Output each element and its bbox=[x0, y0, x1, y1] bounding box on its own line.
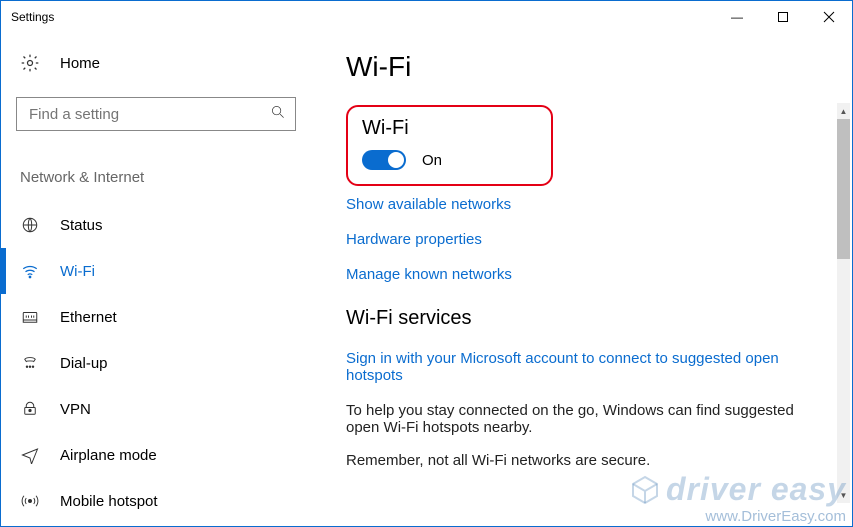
scroll-up-button[interactable]: ▲ bbox=[837, 103, 850, 119]
dialup-icon bbox=[20, 354, 40, 372]
minimize-button[interactable]: — bbox=[714, 1, 760, 33]
scroll-thumb[interactable] bbox=[837, 119, 850, 259]
wifi-services-desc-1: To help you stay connected on the go, Wi… bbox=[346, 402, 816, 436]
highlight-annotation: Wi-Fi On bbox=[346, 105, 553, 186]
sidebar-item-wifi[interactable]: Wi-Fi bbox=[16, 248, 296, 294]
sidebar-item-dialup[interactable]: Dial-up bbox=[16, 340, 296, 386]
wifi-services-header: Wi-Fi services bbox=[346, 307, 822, 330]
watermark: driver easy www.DriverEasy.com bbox=[630, 473, 846, 524]
link-manage-known-networks[interactable]: Manage known networks bbox=[346, 266, 822, 283]
close-button[interactable] bbox=[806, 1, 852, 33]
sidebar-item-vpn[interactable]: VPN bbox=[16, 386, 296, 432]
sidebar-category: Network & Internet bbox=[20, 169, 296, 186]
search-icon bbox=[271, 105, 285, 123]
sidebar-item-hotspot[interactable]: Mobile hotspot bbox=[16, 478, 296, 524]
sidebar-item-label: VPN bbox=[60, 401, 91, 418]
watermark-brand: driver easy bbox=[666, 471, 846, 507]
link-show-networks[interactable]: Show available networks bbox=[346, 196, 822, 213]
settings-window: Settings — Home Network & bbox=[0, 0, 853, 527]
airplane-icon bbox=[20, 446, 40, 464]
maximize-button[interactable] bbox=[760, 1, 806, 33]
wifi-toggle-state: On bbox=[422, 152, 442, 169]
titlebar: Settings — bbox=[1, 1, 852, 33]
hotspot-icon bbox=[20, 492, 40, 510]
home-label: Home bbox=[60, 55, 100, 72]
search-input[interactable] bbox=[27, 105, 271, 124]
sidebar-item-label: Ethernet bbox=[60, 309, 117, 326]
wifi-section-label: Wi-Fi bbox=[362, 117, 537, 140]
ethernet-icon bbox=[20, 308, 40, 326]
sidebar-item-label: Wi-Fi bbox=[60, 263, 95, 280]
gear-icon bbox=[20, 53, 40, 73]
sidebar-item-label: Status bbox=[60, 217, 103, 234]
main-content: Wi-Fi Wi-Fi On Show available networks H… bbox=[311, 33, 852, 526]
watermark-url: www.DriverEasy.com bbox=[630, 509, 846, 524]
vpn-icon bbox=[20, 400, 40, 418]
link-hardware-properties[interactable]: Hardware properties bbox=[346, 231, 822, 248]
sidebar-item-label: Airplane mode bbox=[60, 447, 157, 464]
page-title: Wi-Fi bbox=[346, 51, 822, 83]
window-controls: — bbox=[714, 1, 852, 33]
home-button[interactable]: Home bbox=[20, 53, 296, 73]
close-icon bbox=[823, 11, 835, 23]
window-title: Settings bbox=[11, 10, 54, 24]
minimize-icon: — bbox=[731, 10, 743, 24]
sidebar-item-ethernet[interactable]: Ethernet bbox=[16, 294, 296, 340]
maximize-icon bbox=[778, 12, 788, 22]
sidebar-item-status[interactable]: Status bbox=[16, 202, 296, 248]
wifi-toggle-row: On bbox=[362, 150, 537, 170]
link-sign-in-msft[interactable]: Sign in with your Microsoft account to c… bbox=[346, 350, 816, 384]
scrollbar[interactable]: ▲ ▼ bbox=[837, 103, 850, 503]
nav-list: Status Wi-Fi Ethernet bbox=[16, 202, 296, 524]
sidebar-item-label: Mobile hotspot bbox=[60, 493, 158, 510]
search-box[interactable] bbox=[16, 97, 296, 131]
wifi-icon bbox=[20, 262, 40, 280]
wifi-toggle[interactable] bbox=[362, 150, 406, 170]
toggle-knob bbox=[388, 152, 404, 168]
watermark-logo-icon bbox=[630, 474, 660, 509]
sidebar-item-airplane[interactable]: Airplane mode bbox=[16, 432, 296, 478]
sidebar: Home Network & Internet Status bbox=[1, 33, 311, 526]
sidebar-item-label: Dial-up bbox=[60, 355, 108, 372]
wifi-services-desc-2: Remember, not all Wi-Fi networks are sec… bbox=[346, 452, 816, 469]
globe-icon bbox=[20, 216, 40, 234]
